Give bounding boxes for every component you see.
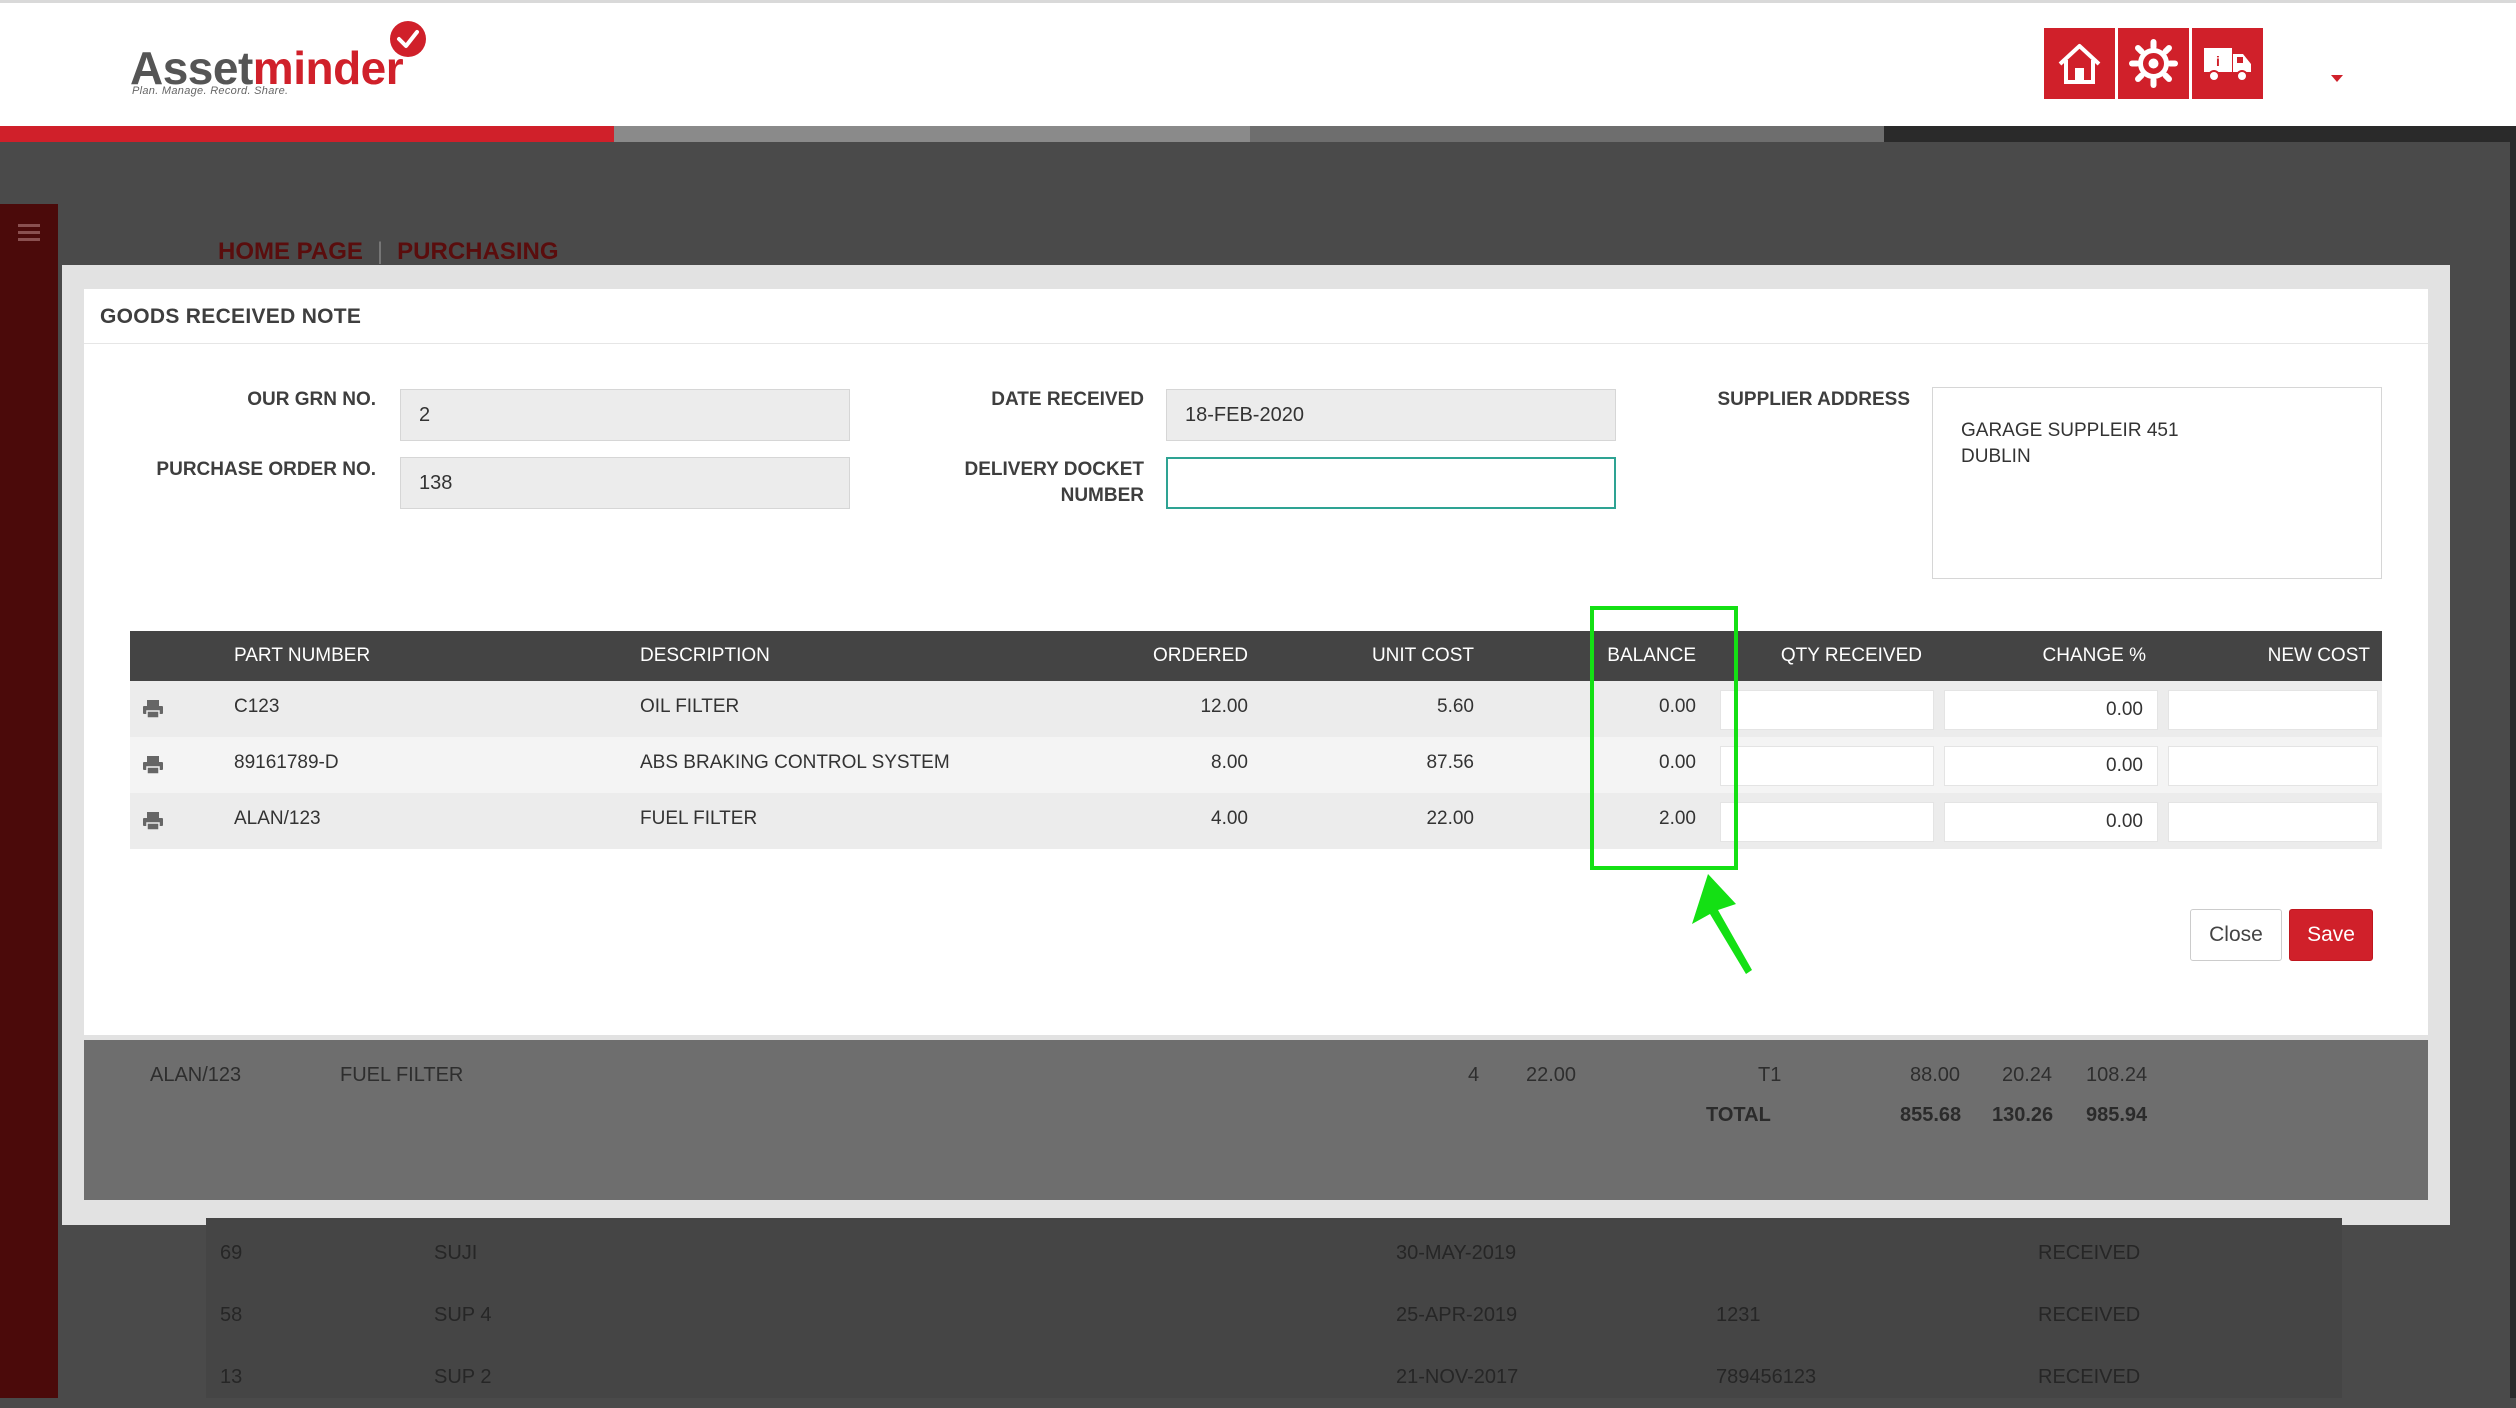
description: OIL FILTER	[640, 696, 740, 717]
table-row[interactable]: 58 SUP 4 25-APR-2019 1231 RECEIVED	[206, 1284, 2342, 1346]
printer-icon[interactable]	[142, 699, 164, 719]
home-icon	[2058, 44, 2101, 84]
col-part-number: PART NUMBER	[234, 645, 371, 666]
supplier-address-label: SUPPLIER ADDRESS	[1717, 389, 1911, 410]
new-cost-input[interactable]	[2168, 746, 2378, 786]
balance-column-highlight	[1590, 606, 1738, 870]
table-row[interactable]: 69 SUJI 30-MAY-2019 RECEIVED	[206, 1222, 2342, 1284]
ordered: 4.00	[1211, 808, 1248, 829]
total-gross: 985.94	[2086, 1104, 2148, 1126]
col-change-percent: CHANGE %	[2042, 645, 2146, 666]
qty-received-input[interactable]	[1720, 802, 1934, 842]
unit-cost: 87.56	[1426, 752, 1474, 773]
right-edge	[2510, 142, 2516, 1398]
order-line-row: ALAN/123 FUEL FILTER 4 22.00 T1 88.00 20…	[150, 1064, 2148, 1086]
app-header: Assetminder Plan. Manage. Record. Share.	[0, 0, 2516, 126]
new-cost-input[interactable]	[2168, 690, 2378, 730]
svg-text:i: i	[2216, 53, 2220, 69]
hamburger-menu-icon[interactable]	[18, 224, 40, 241]
table-row: C123 OIL FILTER 12.00 5.60 0.00	[130, 681, 2382, 737]
settings-button[interactable]	[2118, 28, 2189, 99]
part-number: ALAN/123	[234, 808, 321, 829]
annotation-arrow-icon	[1692, 874, 1752, 974]
strip-segment-2	[614, 126, 1250, 142]
supplier-address-line2: DUBLIN	[1961, 446, 2031, 467]
printer-icon[interactable]	[142, 811, 164, 831]
grn-label: OUR GRN NO.	[247, 389, 376, 410]
unit-cost: 5.60	[1437, 696, 1474, 717]
col-new-cost: NEW COST	[2267, 645, 2370, 666]
breadcrumb-home[interactable]: HOME PAGE	[218, 238, 363, 265]
table-row: ALAN/123 FUEL FILTER 4.00 22.00 2.00	[130, 793, 2382, 849]
user-menu-chevron-down-icon[interactable]	[2331, 75, 2343, 82]
breadcrumb-purchasing[interactable]: PURCHASING	[397, 238, 558, 265]
modal-title: GOODS RECEIVED NOTE	[100, 305, 362, 328]
sidebar	[0, 204, 58, 1398]
po-label: PURCHASE ORDER NO.	[156, 459, 376, 480]
gear-icon	[2129, 39, 2178, 88]
col-description: DESCRIPTION	[640, 645, 770, 666]
close-button[interactable]: Close	[2190, 909, 2282, 961]
title-divider	[84, 343, 2428, 344]
total-net: 855.68	[1900, 1104, 1962, 1126]
col-qty-received: QTY RECEIVED	[1780, 645, 1922, 666]
printer-icon[interactable]	[142, 755, 164, 775]
supplier-address-line1: GARAGE SUPPLEIR 451	[1961, 420, 2179, 441]
logo-tagline: Plan. Manage. Record. Share.	[132, 85, 289, 97]
save-button[interactable]: Save	[2289, 909, 2373, 961]
goods-received-note-modal: GOODS RECEIVED NOTE OUR GRN NO. PURCHASE…	[84, 289, 2428, 1035]
supplier-address-box: GARAGE SUPPLEIR 451 DUBLIN	[1932, 387, 2382, 579]
strip-segment-1	[0, 126, 614, 142]
description: ABS BRAKING CONTROL SYSTEM	[640, 752, 950, 773]
docket-label: DELIVERY DOCKET NUMBER	[964, 459, 1144, 506]
change-percent-input[interactable]	[1944, 746, 2158, 786]
checkmark-icon	[390, 21, 426, 57]
assetminder-logo[interactable]: Assetminder Plan. Manage. Record. Share.	[128, 17, 448, 107]
purchase-order-field[interactable]	[400, 457, 850, 509]
description: FUEL FILTER	[640, 808, 758, 829]
delivery-docket-input[interactable]	[1166, 457, 1616, 509]
part-number: C123	[234, 696, 280, 717]
date-received-field[interactable]	[1166, 389, 1616, 441]
part-number: 89161789-D	[234, 752, 339, 773]
total-vat: 130.26	[1992, 1104, 2054, 1126]
unit-cost: 22.00	[1426, 808, 1474, 829]
truck-icon: i	[2204, 48, 2251, 82]
table-row: 89161789-D ABS BRAKING CONTROL SYSTEM 8.…	[130, 737, 2382, 793]
table-row[interactable]: 13 SUP 2 21-NOV-2017 789456123 RECEIVED	[206, 1346, 2342, 1408]
change-percent-input[interactable]	[1944, 802, 2158, 842]
table-header: PART NUMBER DESCRIPTION ORDERED UNIT COS…	[130, 631, 2382, 681]
home-button[interactable]	[2044, 28, 2115, 99]
change-percent-input[interactable]	[1944, 690, 2158, 730]
ordered: 12.00	[1200, 696, 1248, 717]
col-unit-cost: UNIT COST	[1371, 645, 1474, 666]
breadcrumb: HOME PAGE | PURCHASING	[218, 238, 559, 265]
total-label: TOTAL	[1706, 1104, 1771, 1126]
qty-received-input[interactable]	[1720, 690, 1934, 730]
strip-segment-4	[1884, 126, 2516, 142]
fleet-button[interactable]: i	[2192, 28, 2263, 99]
ordered: 8.00	[1211, 752, 1248, 773]
strip-segment-3	[1250, 126, 1884, 142]
new-cost-input[interactable]	[2168, 802, 2378, 842]
qty-received-input[interactable]	[1720, 746, 1934, 786]
date-label: DATE RECEIVED	[991, 389, 1144, 410]
grn-number-field[interactable]	[400, 389, 850, 441]
col-ordered: ORDERED	[1152, 645, 1248, 666]
